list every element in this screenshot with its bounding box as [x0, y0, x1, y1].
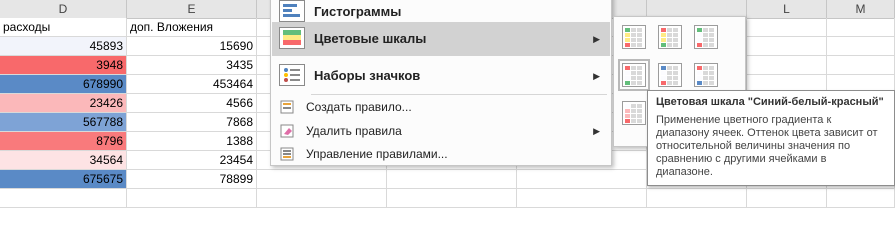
icon-sets-icon	[279, 64, 305, 86]
color-scales-icon	[279, 27, 305, 49]
scale-green-yellow-red-swatch[interactable]	[622, 25, 646, 49]
menu-item-clear-rules[interactable]: Удалить правила ▶	[272, 120, 610, 142]
scale-red-white-blue-swatch[interactable]	[694, 63, 718, 87]
color-scale-icon	[661, 66, 678, 85]
scale-red-white-green-swatch[interactable]	[618, 59, 650, 91]
empty-cell[interactable]	[387, 170, 517, 188]
cell-additional-investments[interactable]: 453464	[127, 75, 257, 93]
cell-additional-investments[interactable]: 4566	[127, 94, 257, 112]
empty-cell[interactable]	[747, 189, 827, 207]
cell-expenses[interactable]: 675675	[0, 170, 127, 188]
cell-expenses[interactable]: 23426	[0, 94, 127, 112]
empty-cell[interactable]	[517, 189, 647, 207]
empty-cell[interactable]	[257, 170, 387, 188]
cell-additional-investments[interactable]: 15690	[127, 37, 257, 55]
header-cell-expenses[interactable]: расходы	[0, 18, 127, 36]
menu-item-new-rule-label: Создать правило...	[306, 100, 412, 114]
empty-cell[interactable]	[647, 189, 747, 207]
histogram-icon	[279, 0, 305, 22]
color-scale-icon	[625, 104, 642, 123]
cell-additional-investments[interactable]: 23454	[127, 151, 257, 169]
menu-item-color-scales-label: Цветовые шкалы	[314, 31, 427, 46]
cell-expenses[interactable]: 567788	[0, 113, 127, 131]
column-header-m[interactable]: M	[827, 0, 895, 18]
empty-cell[interactable]	[827, 56, 895, 74]
color-scale-icon	[661, 28, 678, 47]
scale-green-white-red-swatch[interactable]	[694, 25, 718, 49]
manage-rules-icon	[280, 147, 294, 161]
submenu-arrow-icon: ▶	[593, 126, 600, 136]
column-header-d[interactable]: D	[0, 0, 127, 18]
color-scale-icon	[625, 28, 642, 47]
cell-expenses[interactable]: 34564	[0, 151, 127, 169]
cell-additional-investments[interactable]: 7868	[127, 113, 257, 131]
cell-expenses[interactable]: 3948	[0, 56, 127, 74]
new-rule-icon	[280, 100, 294, 114]
tooltip-body: Применение цветного градиента к диапазон…	[656, 114, 878, 178]
table-row	[0, 189, 895, 208]
cell-expenses[interactable]: 45893	[0, 37, 127, 55]
menu-item-manage-rules-label: Управление правилами...	[306, 147, 448, 161]
color-scale-tooltip: Цветовая шкала "Синий-белый-красный" При…	[647, 90, 895, 186]
scale-red-yellow-green-swatch[interactable]	[658, 25, 682, 49]
cell-additional-investments[interactable]: 1388	[127, 132, 257, 150]
color-scale-icon	[697, 66, 714, 85]
tooltip-title: Цветовая шкала "Синий-белый-красный"	[656, 96, 884, 108]
empty-cell[interactable]	[747, 56, 827, 74]
color-scale-icon	[625, 66, 642, 85]
empty-cell[interactable]	[387, 189, 517, 207]
cell-additional-investments[interactable]	[127, 189, 257, 207]
eraser-icon	[280, 124, 294, 138]
conditional-formatting-menu: Гистограммы Цветовые шкалы ▶ Наборы знач…	[270, 0, 612, 166]
empty-cell[interactable]	[827, 18, 895, 36]
empty-cell[interactable]	[517, 170, 647, 188]
menu-item-icon-sets-label: Наборы значков	[314, 68, 421, 83]
empty-cell[interactable]	[827, 37, 895, 55]
cell-expenses[interactable]: 678990	[0, 75, 127, 93]
submenu-arrow-icon: ▶	[593, 34, 600, 44]
header-cell-additional-investments[interactable]: доп. Вложения	[127, 18, 257, 36]
cell-expenses[interactable]: 8796	[0, 132, 127, 150]
color-scale-icon	[697, 28, 714, 47]
menu-item-color-scales[interactable]: Цветовые шкалы ▶	[272, 22, 610, 56]
scale-white-red-swatch[interactable]	[622, 101, 646, 125]
menu-item-clear-rules-label: Удалить правила	[306, 124, 402, 138]
menu-item-manage-rules[interactable]: Управление правилами...	[272, 143, 610, 165]
column-header-l[interactable]: L	[747, 0, 827, 18]
empty-cell[interactable]	[257, 189, 387, 207]
empty-cell[interactable]	[747, 37, 827, 55]
submenu-arrow-icon: ▶	[593, 71, 600, 81]
cell-expenses[interactable]	[0, 189, 127, 207]
scale-blue-white-red-swatch[interactable]	[658, 63, 682, 87]
column-header-e[interactable]: E	[127, 0, 257, 18]
menu-item-icon-sets[interactable]: Наборы значков ▶	[272, 59, 610, 93]
empty-cell[interactable]	[827, 189, 895, 207]
empty-cell[interactable]	[747, 18, 827, 36]
menu-separator	[311, 94, 607, 95]
cell-additional-investments[interactable]: 78899	[127, 170, 257, 188]
cell-additional-investments[interactable]: 3435	[127, 56, 257, 74]
menu-item-new-rule[interactable]: Создать правило...	[272, 96, 610, 118]
